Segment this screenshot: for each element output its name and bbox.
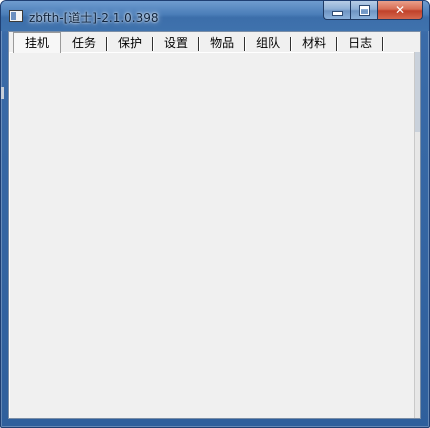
tab-strip: 挂机 任务 保护 设置 物品 组队 材料 日志 — [13, 32, 396, 53]
client-area: 挂机 任务 保护 设置 物品 组队 材料 日志 — [8, 31, 421, 419]
title-bar[interactable]: zbfth-[道士]-2.1.0.398 ✕ — [1, 1, 429, 31]
tab-zudui[interactable]: 组队 — [245, 34, 292, 52]
scrollbar-thumb[interactable] — [415, 52, 420, 132]
window-title: zbfth-[道士]-2.1.0.398 — [29, 11, 159, 25]
tab-shezhi[interactable]: 设置 — [153, 34, 200, 52]
close-button[interactable]: ✕ — [377, 1, 423, 20]
minimize-icon — [331, 10, 343, 16]
tab-rizhi[interactable]: 日志 — [337, 34, 384, 52]
left-edge-handle — [1, 87, 4, 99]
vertical-scrollbar[interactable] — [414, 52, 420, 418]
tab-panel — [9, 52, 415, 418]
tab-wupin[interactable]: 物品 — [199, 34, 246, 52]
minimize-button[interactable] — [323, 1, 350, 20]
tab-baohu[interactable]: 保护 — [107, 34, 154, 52]
maximize-button[interactable] — [350, 1, 377, 20]
tab-cailiao[interactable]: 材料 — [291, 34, 338, 52]
tab-renwu[interactable]: 任务 — [61, 34, 108, 52]
caption-buttons: ✕ — [323, 1, 423, 21]
close-icon: ✕ — [394, 3, 406, 17]
tab-guaji[interactable]: 挂机 — [13, 32, 62, 53]
app-window: zbfth-[道士]-2.1.0.398 ✕ 挂机 任务 保护 设置 物品 组队… — [0, 0, 430, 428]
maximize-icon — [358, 4, 370, 16]
window-app-icon[interactable] — [9, 10, 23, 22]
